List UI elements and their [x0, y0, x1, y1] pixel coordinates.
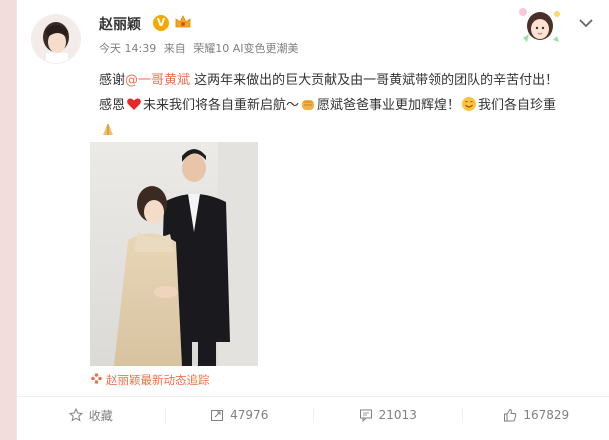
repost-count: 47976	[230, 408, 269, 422]
post-text: 感谢@一哥黄斌 这两年来做出的巨大贡献及由一哥黄斌带领的团队的辛苦付出！ 感恩 未…	[99, 68, 604, 143]
favorite-label: 收藏	[88, 408, 113, 423]
prayer-icon	[100, 121, 116, 137]
like-icon	[504, 408, 517, 422]
action-bar: 收藏 47976 21013 167829	[17, 397, 609, 433]
heart-icon	[126, 96, 142, 112]
comment-count: 21013	[378, 408, 417, 422]
comment-button[interactable]: 21013	[314, 407, 463, 423]
crown-icon	[174, 14, 192, 30]
favorite-star-icon	[68, 408, 83, 422]
fist-icon	[300, 96, 316, 112]
like-count: 167829	[523, 408, 570, 422]
weibo-post-card: 赵丽颖 V 今天 14:39 来自 荣耀10 AI变色更潮美 感谢@一哥黄斌 这…	[16, 0, 609, 440]
post-photo[interactable]	[90, 142, 258, 366]
post-text-part: 愿斌爸爸事业更加辉煌！	[317, 98, 461, 113]
chevron-down-icon[interactable]	[578, 14, 594, 28]
avatar[interactable]	[31, 14, 81, 64]
flower-icon	[91, 373, 102, 387]
username[interactable]: 赵丽颖	[99, 14, 141, 34]
post-text-part: 感谢	[99, 73, 126, 88]
comment-icon	[359, 409, 372, 422]
tracker-label[interactable]: 赵丽颖最新动态追踪	[106, 373, 210, 387]
post-text-part: 这两年来做出的巨大贡献及由一哥黄斌带领的团队的辛苦付出！	[190, 73, 559, 88]
post-text-part: 我们各自珍重	[478, 98, 557, 113]
post-time[interactable]: 今天 14:39	[99, 42, 156, 55]
favorite-button[interactable]: 收藏	[17, 407, 166, 423]
post-text-part: 未来我们将各自重新启航～	[143, 98, 300, 113]
dynamic-tracker-link[interactable]: 赵丽颖最新动态追踪	[91, 372, 210, 388]
cartoon-avatar-decoration	[513, 4, 567, 44]
v-badge-icon: V	[153, 15, 169, 31]
repost-button[interactable]: 47976	[166, 407, 314, 423]
source-prefix: 来自	[163, 42, 186, 55]
like-button[interactable]: 167829	[463, 407, 609, 423]
mention-link[interactable]: @一哥黄斌	[125, 73, 190, 88]
post-source[interactable]: 荣耀10 AI变色更潮美	[193, 42, 298, 55]
post-meta: 今天 14:39 来自 荣耀10 AI变色更潮美	[99, 40, 302, 56]
repost-icon	[211, 410, 224, 421]
smile-icon	[461, 96, 477, 112]
post-text-part: 感恩	[99, 98, 126, 113]
